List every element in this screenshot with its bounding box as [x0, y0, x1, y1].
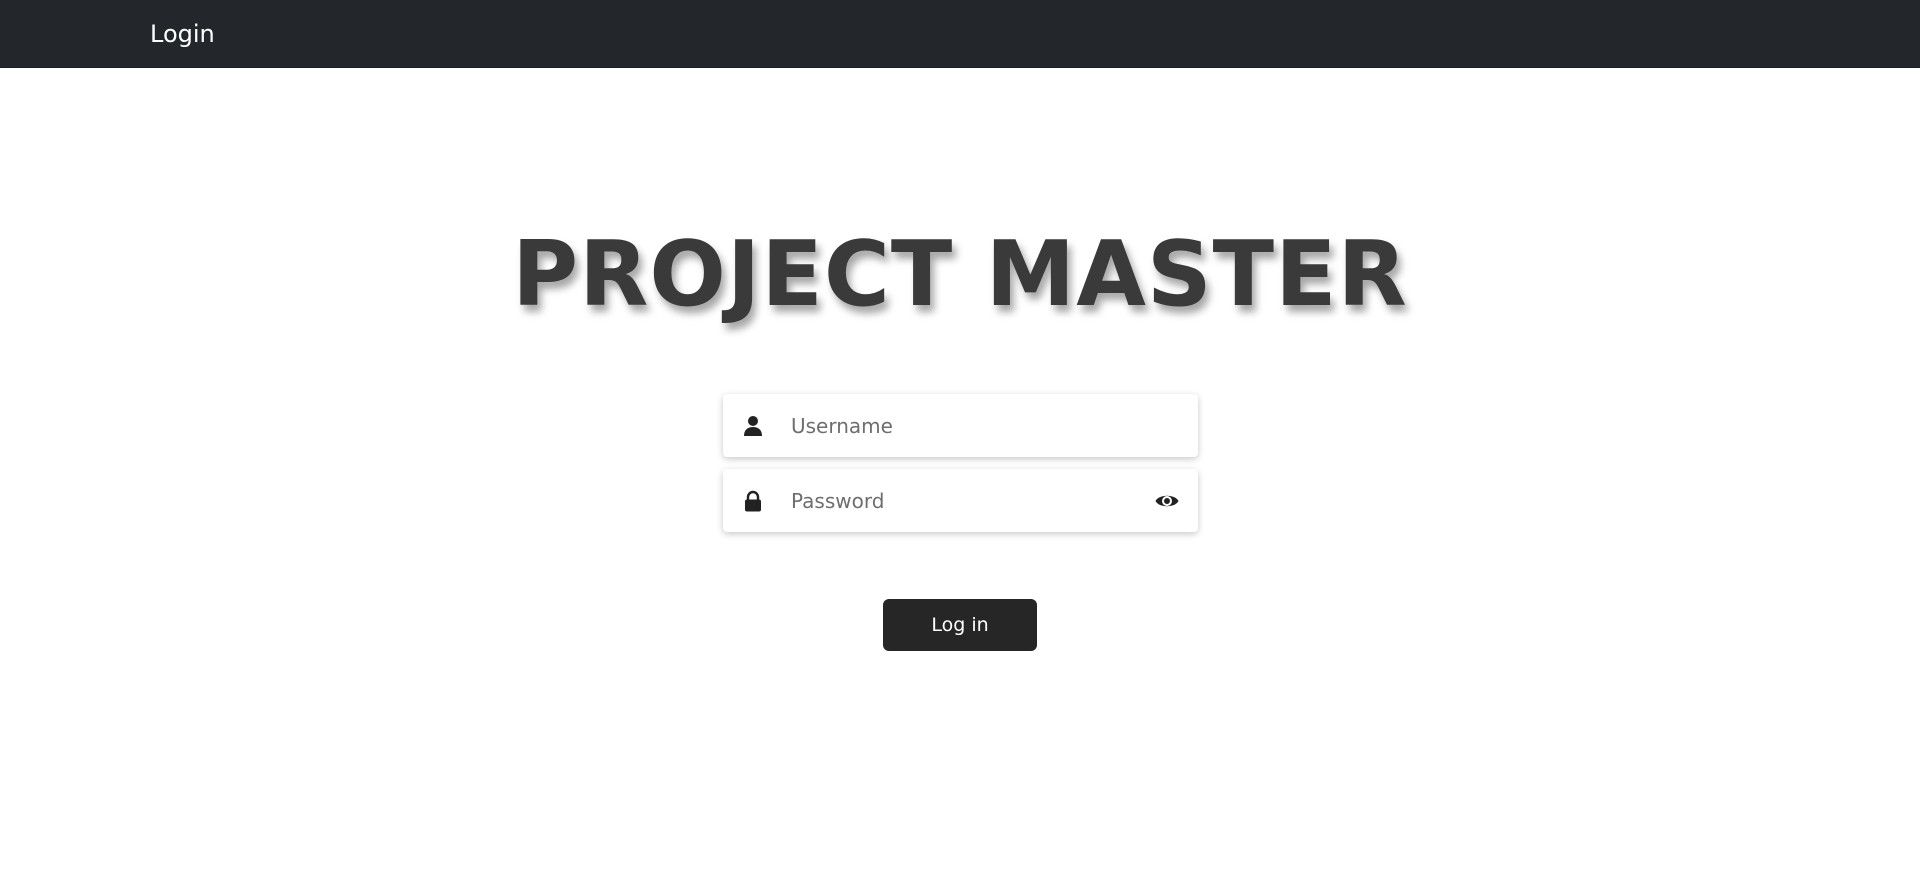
eye-icon[interactable]: [1154, 488, 1180, 514]
login-button[interactable]: Log in: [883, 599, 1037, 651]
password-input[interactable]: [791, 469, 1131, 532]
username-input[interactable]: [791, 394, 1131, 457]
top-navbar: Login: [0, 0, 1920, 68]
navbar-brand[interactable]: Login: [150, 0, 215, 68]
password-field-wrapper: [723, 469, 1198, 532]
page-title: PROJECT MASTER: [512, 222, 1408, 327]
username-field-wrapper: [723, 394, 1198, 457]
user-icon: [741, 414, 765, 438]
lock-icon: [741, 489, 765, 513]
